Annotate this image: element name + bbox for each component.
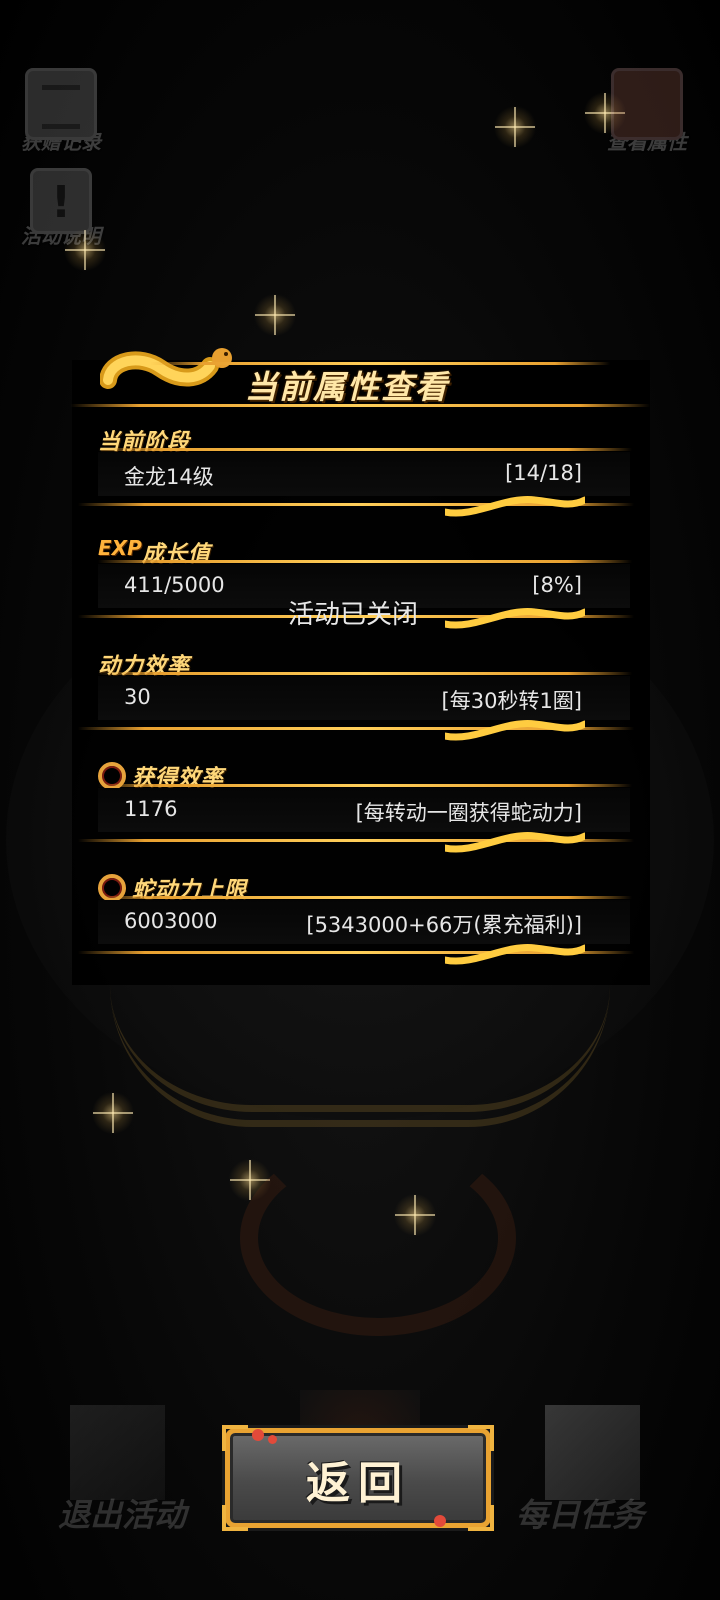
power-limit-row: 6003000 [5343000+66万(累充福利)]: [98, 903, 608, 943]
power-efficiency-value: 30: [124, 685, 151, 709]
stage-value: 金龙14级: [124, 465, 214, 489]
gain-efficiency-note: [每转动一圈获得蛇动力]: [355, 801, 582, 825]
return-button[interactable]: 返回: [222, 1425, 494, 1531]
divider-line: [98, 784, 632, 787]
power-efficiency-row: 30 [每30秒转1圈]: [98, 679, 608, 719]
gain-efficiency-value: 1176: [124, 797, 178, 821]
stage-note: [14/18]: [505, 461, 582, 485]
gold-wave-decoration: [445, 720, 585, 741]
gold-wave-decoration: [445, 832, 585, 853]
return-button-label: 返回: [306, 1458, 410, 1509]
sparkle-decoration: [88, 1088, 138, 1138]
dragon-ring-decoration: [110, 985, 610, 1127]
gold-wave-decoration: [445, 944, 585, 965]
plum-blossom-decoration: [252, 1429, 264, 1441]
plum-blossom-decoration: [268, 1435, 277, 1444]
snake-background-decoration: [240, 1140, 516, 1336]
power-limit-value: 6003000: [124, 909, 218, 933]
view-property-button[interactable]: 查看属性: [602, 68, 692, 155]
plum-blossom-decoration: [434, 1515, 446, 1527]
power-limit-note: [5343000+66万(累充福利)]: [306, 913, 582, 937]
gold-wave-decoration: [445, 496, 585, 517]
sparkle-decoration: [490, 102, 540, 152]
exit-door-icon: [70, 1405, 165, 1500]
exp-icon: EXP: [98, 536, 142, 560]
exit-activity-button[interactable]: 退出活动: [58, 1490, 186, 1536]
stage-row: 金龙14级 [14/18]: [98, 455, 608, 495]
gain-efficiency-row: 1176 [每转动一圈获得蛇动力]: [98, 791, 608, 831]
divider-line: [98, 672, 632, 675]
activity-closed-toast: 活动已关闭: [287, 600, 418, 630]
task-scroll-icon: [545, 1405, 640, 1500]
activity-info-button[interactable]: ! 活动说明: [16, 168, 106, 249]
golden-snake-icon: [100, 348, 232, 389]
gift-record-button[interactable]: 获赠记录: [16, 68, 106, 155]
sparkle-decoration: [250, 290, 300, 340]
power-efficiency-note: [每30秒转1圈]: [441, 689, 582, 713]
exclamation-notice-icon: !: [30, 168, 92, 234]
daily-task-button[interactable]: 每日任务: [516, 1490, 644, 1536]
divider-line: [98, 560, 632, 563]
divider-line: [98, 896, 632, 899]
divider-line: [98, 448, 632, 451]
property-magnifier-icon: [611, 68, 683, 140]
title-bottom-line: [70, 404, 650, 407]
panel-title: 当前属性查看: [245, 368, 450, 406]
record-list-icon: [25, 68, 97, 140]
